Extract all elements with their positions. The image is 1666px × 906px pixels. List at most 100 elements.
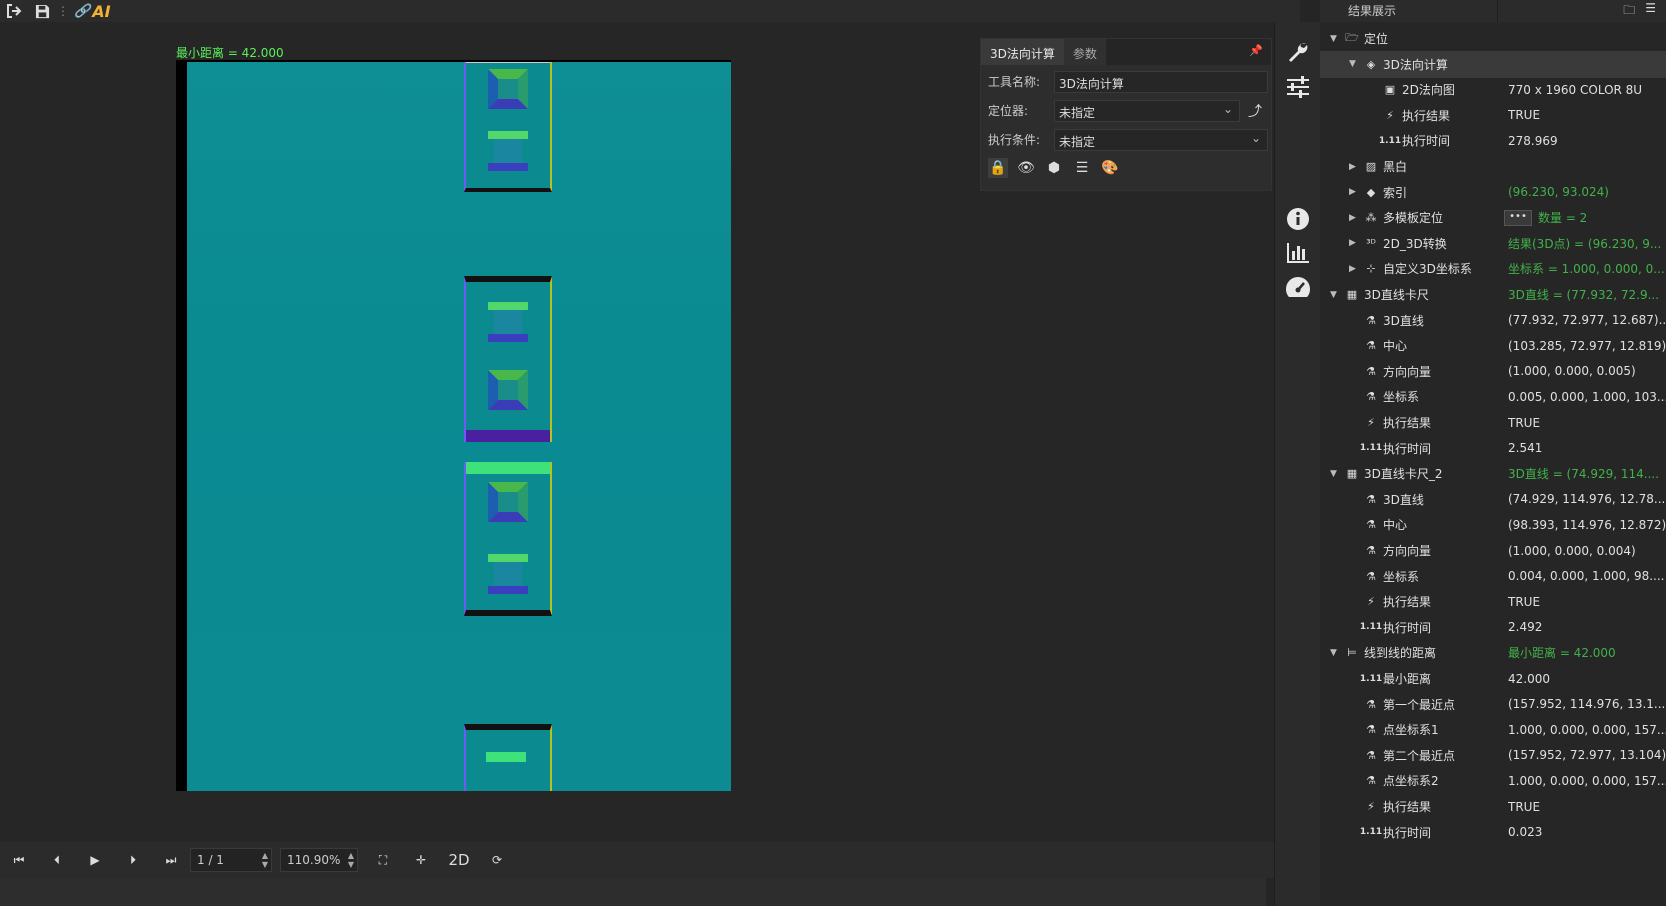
prev-frame-icon[interactable]: ⏴ bbox=[38, 842, 76, 878]
tree-row[interactable]: ⚗ 点坐标系1 1.000, 0.000, 0.000, 157... bbox=[1320, 716, 1666, 743]
expand-right-icon[interactable]: ▶ bbox=[1349, 213, 1356, 223]
expand-down-icon[interactable]: ▼ bbox=[1330, 469, 1337, 479]
tree-row-label: 中心 bbox=[1383, 518, 1408, 533]
tree-row-label: 坐标系 bbox=[1383, 390, 1420, 405]
list-icon[interactable]: ☰ bbox=[1072, 158, 1092, 178]
expand-right-icon[interactable]: ▶ bbox=[1349, 264, 1356, 274]
play-icon[interactable]: ▶ bbox=[76, 842, 114, 878]
tree-row[interactable]: ⚗ 第二个最近点 (157.952, 72.977, 13.104) bbox=[1320, 742, 1666, 769]
tree-row-value: (98.393, 114.976, 12.872) bbox=[1508, 517, 1666, 532]
tree-row[interactable]: ⚡ 执行结果 TRUE bbox=[1320, 102, 1666, 129]
fit-screen-icon[interactable]: ⛶ bbox=[364, 842, 402, 878]
sliders-icon[interactable] bbox=[1275, 70, 1321, 104]
flask-icon: ⚗ bbox=[1366, 569, 1376, 583]
tree-row[interactable]: 1.11 执行时间 0.023 bbox=[1320, 819, 1666, 846]
tree-row-label: 坐标系 bbox=[1383, 569, 1420, 584]
tree-row-value: 3D直线 = (77.932, 72.9... bbox=[1508, 288, 1660, 302]
exit-icon[interactable] bbox=[4, 1, 24, 21]
eye-icon[interactable]: 👁 bbox=[1016, 158, 1036, 178]
zoom-field[interactable]: 110.90% ▲ ▼ bbox=[280, 848, 358, 872]
expand-right-icon[interactable]: ▶ bbox=[1349, 238, 1356, 248]
folder-export-icon[interactable]: 🗀 bbox=[1623, 1, 1635, 22]
tree-row[interactable]: ⚗ 中心 (103.285, 72.977, 12.819) bbox=[1320, 332, 1666, 359]
tree-row[interactable]: ⚡ 执行结果 TRUE bbox=[1320, 793, 1666, 820]
result-icon: ⚡ bbox=[1367, 595, 1375, 609]
normal-map-image[interactable] bbox=[187, 62, 731, 791]
cube-3b bbox=[488, 554, 528, 594]
normal-calc-icon: ◈ bbox=[1366, 57, 1376, 71]
cube-2b bbox=[488, 370, 528, 410]
locator-row: 定位器: 未指定 ⤴ bbox=[981, 96, 1271, 125]
sync-icon[interactable]: ⟳ bbox=[478, 842, 516, 878]
tree-row[interactable]: 1.11 最小距离 42.000 bbox=[1320, 665, 1666, 692]
zoom-spin-icon[interactable]: ▲ ▼ bbox=[348, 851, 354, 869]
tree-row[interactable]: ▼ ⊨ 线到线的距离 最小距离 = 42.000 bbox=[1320, 639, 1666, 666]
pin-icon[interactable]: 📌 bbox=[1241, 39, 1271, 65]
tree-row[interactable]: ⚗ 坐标系 0.005, 0.000, 1.000, 103... bbox=[1320, 383, 1666, 410]
tree-row[interactable]: ⚡ 执行结果 TRUE bbox=[1320, 409, 1666, 436]
part-shape-4 bbox=[464, 724, 552, 791]
flask-icon: ⚗ bbox=[1366, 339, 1376, 353]
tree-row[interactable]: ⚗ 中心 (98.393, 114.976, 12.872) bbox=[1320, 511, 1666, 538]
tool-name-input[interactable]: 3D法向计算 bbox=[1054, 70, 1268, 93]
view-mode-button[interactable]: 2D bbox=[440, 842, 478, 878]
tree-row[interactable]: ▼ ◈ 3D法向计算 bbox=[1320, 50, 1666, 78]
expand-right-icon[interactable]: ▶ bbox=[1349, 162, 1356, 172]
tree-row[interactable]: ▼ ▦ 3D直线卡尺 3D直线 = (77.932, 72.9... bbox=[1320, 281, 1666, 308]
tree-row[interactable]: ▣ 2D法向图 770 x 1960 COLOR 8U bbox=[1320, 76, 1666, 103]
tree-row[interactable]: ▶ ▨ 黑白 bbox=[1320, 153, 1666, 180]
tree-row-label: 执行结果 bbox=[1402, 108, 1451, 123]
tree-row[interactable]: ⚗ 方向向量 (1.000, 0.000, 0.004) bbox=[1320, 537, 1666, 564]
locator-select[interactable]: 未指定 bbox=[1054, 99, 1240, 122]
condition-select[interactable]: 未指定 bbox=[1054, 128, 1268, 151]
save-icon[interactable] bbox=[32, 1, 52, 21]
wrench-icon[interactable] bbox=[1275, 36, 1321, 70]
crosshair-icon[interactable]: ✛ bbox=[402, 842, 440, 878]
locator-jump-icon[interactable]: ⤴ bbox=[1248, 101, 1262, 121]
shapes-icon[interactable]: ⬢ bbox=[1044, 158, 1064, 178]
tree-row[interactable]: ⚗ 坐标系 0.004, 0.000, 1.000, 98.... bbox=[1320, 563, 1666, 590]
tree-row[interactable]: 1.11 执行时间 278.969 bbox=[1320, 127, 1666, 154]
menu-list-icon[interactable]: ☰ bbox=[1645, 1, 1656, 22]
ai-logo[interactable]: 🔗 AI bbox=[74, 2, 111, 21]
tree-row[interactable]: ▶ ³ᴰ 2D_3D转换 结果(3D点) = (96.230, 9... bbox=[1320, 230, 1666, 257]
tree-row[interactable]: ⚗ 3D直线 (77.932, 72.977, 12.687)... bbox=[1320, 307, 1666, 334]
tree-row[interactable]: ▼ ▦ 3D直线卡尺_2 3D直线 = (74.929, 114.... bbox=[1320, 460, 1666, 487]
info-icon[interactable] bbox=[1275, 202, 1321, 236]
bw-image-icon: ▨ bbox=[1365, 160, 1377, 173]
expand-right-icon[interactable]: ▶ bbox=[1349, 187, 1356, 197]
tree-row-label: 执行时间 bbox=[1383, 825, 1432, 840]
tree-row[interactable]: ⚗ 3D直线 (74.929, 114.976, 12.78... bbox=[1320, 486, 1666, 513]
tree-row[interactable]: ▼ 🗁 定位 bbox=[1320, 25, 1666, 52]
tree-row-value: 0.005, 0.000, 1.000, 103... bbox=[1508, 389, 1666, 404]
expand-down-icon[interactable]: ▼ bbox=[1330, 290, 1337, 300]
ellipsis-button[interactable]: ••• bbox=[1504, 209, 1532, 226]
tree-row[interactable]: 1.11 执行时间 2.541 bbox=[1320, 435, 1666, 462]
expand-down-icon[interactable]: ▼ bbox=[1330, 34, 1337, 44]
page-spin-icon[interactable]: ▲ ▼ bbox=[262, 851, 268, 869]
tree-row[interactable]: ⚗ 第一个最近点 (157.952, 114.976, 13.1... bbox=[1320, 691, 1666, 718]
tree-row[interactable]: 1.11 执行时间 2.492 bbox=[1320, 614, 1666, 641]
tree-row[interactable]: ⚗ 点坐标系2 1.000, 0.000, 0.000, 157... bbox=[1320, 767, 1666, 794]
expand-down-icon[interactable]: ▼ bbox=[1330, 648, 1337, 658]
tab-params[interactable]: 参数 bbox=[1063, 39, 1106, 65]
caliper-icon: ▦ bbox=[1346, 467, 1358, 481]
expand-down-icon[interactable]: ▼ bbox=[1349, 59, 1356, 69]
page-indicator[interactable]: 1 / 1 ▲ ▼ bbox=[190, 848, 272, 872]
flask-icon: ⚗ bbox=[1366, 723, 1376, 737]
more-icon[interactable]: ⋮ bbox=[57, 1, 69, 21]
first-frame-icon[interactable]: ⏮ bbox=[0, 842, 38, 878]
tree-row[interactable]: ▶ ◆ 索引 (96.230, 93.024) bbox=[1320, 179, 1666, 206]
tree-row[interactable]: ▶ ⊹ 自定义3D坐标系 坐标系 = 1.000, 0.000, 0... bbox=[1320, 255, 1666, 282]
last-frame-icon[interactable]: ⏭ bbox=[152, 842, 190, 878]
palette-icon[interactable]: 🎨 bbox=[1100, 158, 1120, 178]
bar-chart-icon[interactable] bbox=[1275, 236, 1321, 270]
locator-label: 定位器: bbox=[988, 104, 1029, 118]
tree-row[interactable]: ⚗ 方向向量 (1.000, 0.000, 0.005) bbox=[1320, 358, 1666, 385]
tree-row[interactable]: ⚡ 执行结果 TRUE bbox=[1320, 588, 1666, 615]
tab-normal-calc[interactable]: 3D法向计算 bbox=[981, 39, 1064, 65]
tree-row[interactable]: ▶ ⁂ 多模板定位 ••• 数量 = 2 bbox=[1320, 204, 1666, 231]
gauge-icon[interactable] bbox=[1275, 270, 1321, 304]
next-frame-icon[interactable]: ⏵ bbox=[114, 842, 152, 878]
lock-icon[interactable]: 🔒 bbox=[988, 158, 1008, 178]
